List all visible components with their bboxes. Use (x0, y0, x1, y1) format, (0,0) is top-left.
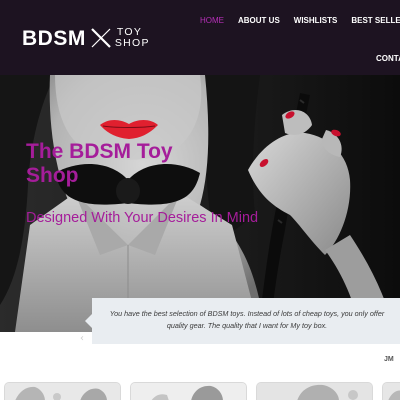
product-thumbnail[interactable] (382, 382, 400, 400)
page: BDSM TOY SHOP HOME ABOUT US WISHLISTS BE… (0, 0, 400, 400)
testimonial-card: You have the best selection of BDSM toys… (85, 298, 400, 344)
product-thumbnails (0, 382, 400, 400)
hero-banner: The BDSM Toy Shop Designed With Your Des… (0, 75, 400, 332)
chevron-left-icon[interactable]: ‹ (80, 333, 84, 344)
nav-item-about-us[interactable]: ABOUT US (238, 16, 280, 25)
hero-title: The BDSM Toy Shop (26, 140, 173, 187)
product-thumbnail[interactable] (256, 382, 373, 400)
nav-item-home[interactable]: HOME (200, 16, 224, 25)
logo-stack: TOY SHOP (115, 27, 150, 49)
product-thumbnail[interactable] (130, 382, 247, 400)
product-thumbnail[interactable] (4, 382, 121, 400)
product-image (5, 383, 120, 400)
testimonial-author: JM (384, 356, 394, 363)
site-header: BDSM TOY SHOP HOME ABOUT US WISHLISTS BE… (0, 0, 400, 75)
nav-item-best-sellers[interactable]: BEST SELLERS (351, 16, 400, 25)
x-cross-icon (91, 28, 111, 48)
nav-item-contact[interactable]: CONTA (376, 54, 400, 63)
product-image (383, 383, 400, 400)
site-logo[interactable]: BDSM TOY SHOP (22, 25, 150, 51)
logo-bottom-text: SHOP (114, 37, 150, 49)
hero-subtitle: Designed With Your Desires In Mind (26, 210, 259, 226)
testimonial-quote: You have the best selection of BDSM toys… (109, 309, 385, 330)
main-nav: HOME ABOUT US WISHLISTS BEST SELLERS (200, 16, 400, 25)
logo-main-text: BDSM (22, 26, 86, 50)
hero-image (0, 75, 400, 332)
product-image (131, 383, 246, 400)
nav-item-wishlists[interactable]: WISHLISTS (294, 16, 338, 25)
product-image (257, 383, 372, 400)
